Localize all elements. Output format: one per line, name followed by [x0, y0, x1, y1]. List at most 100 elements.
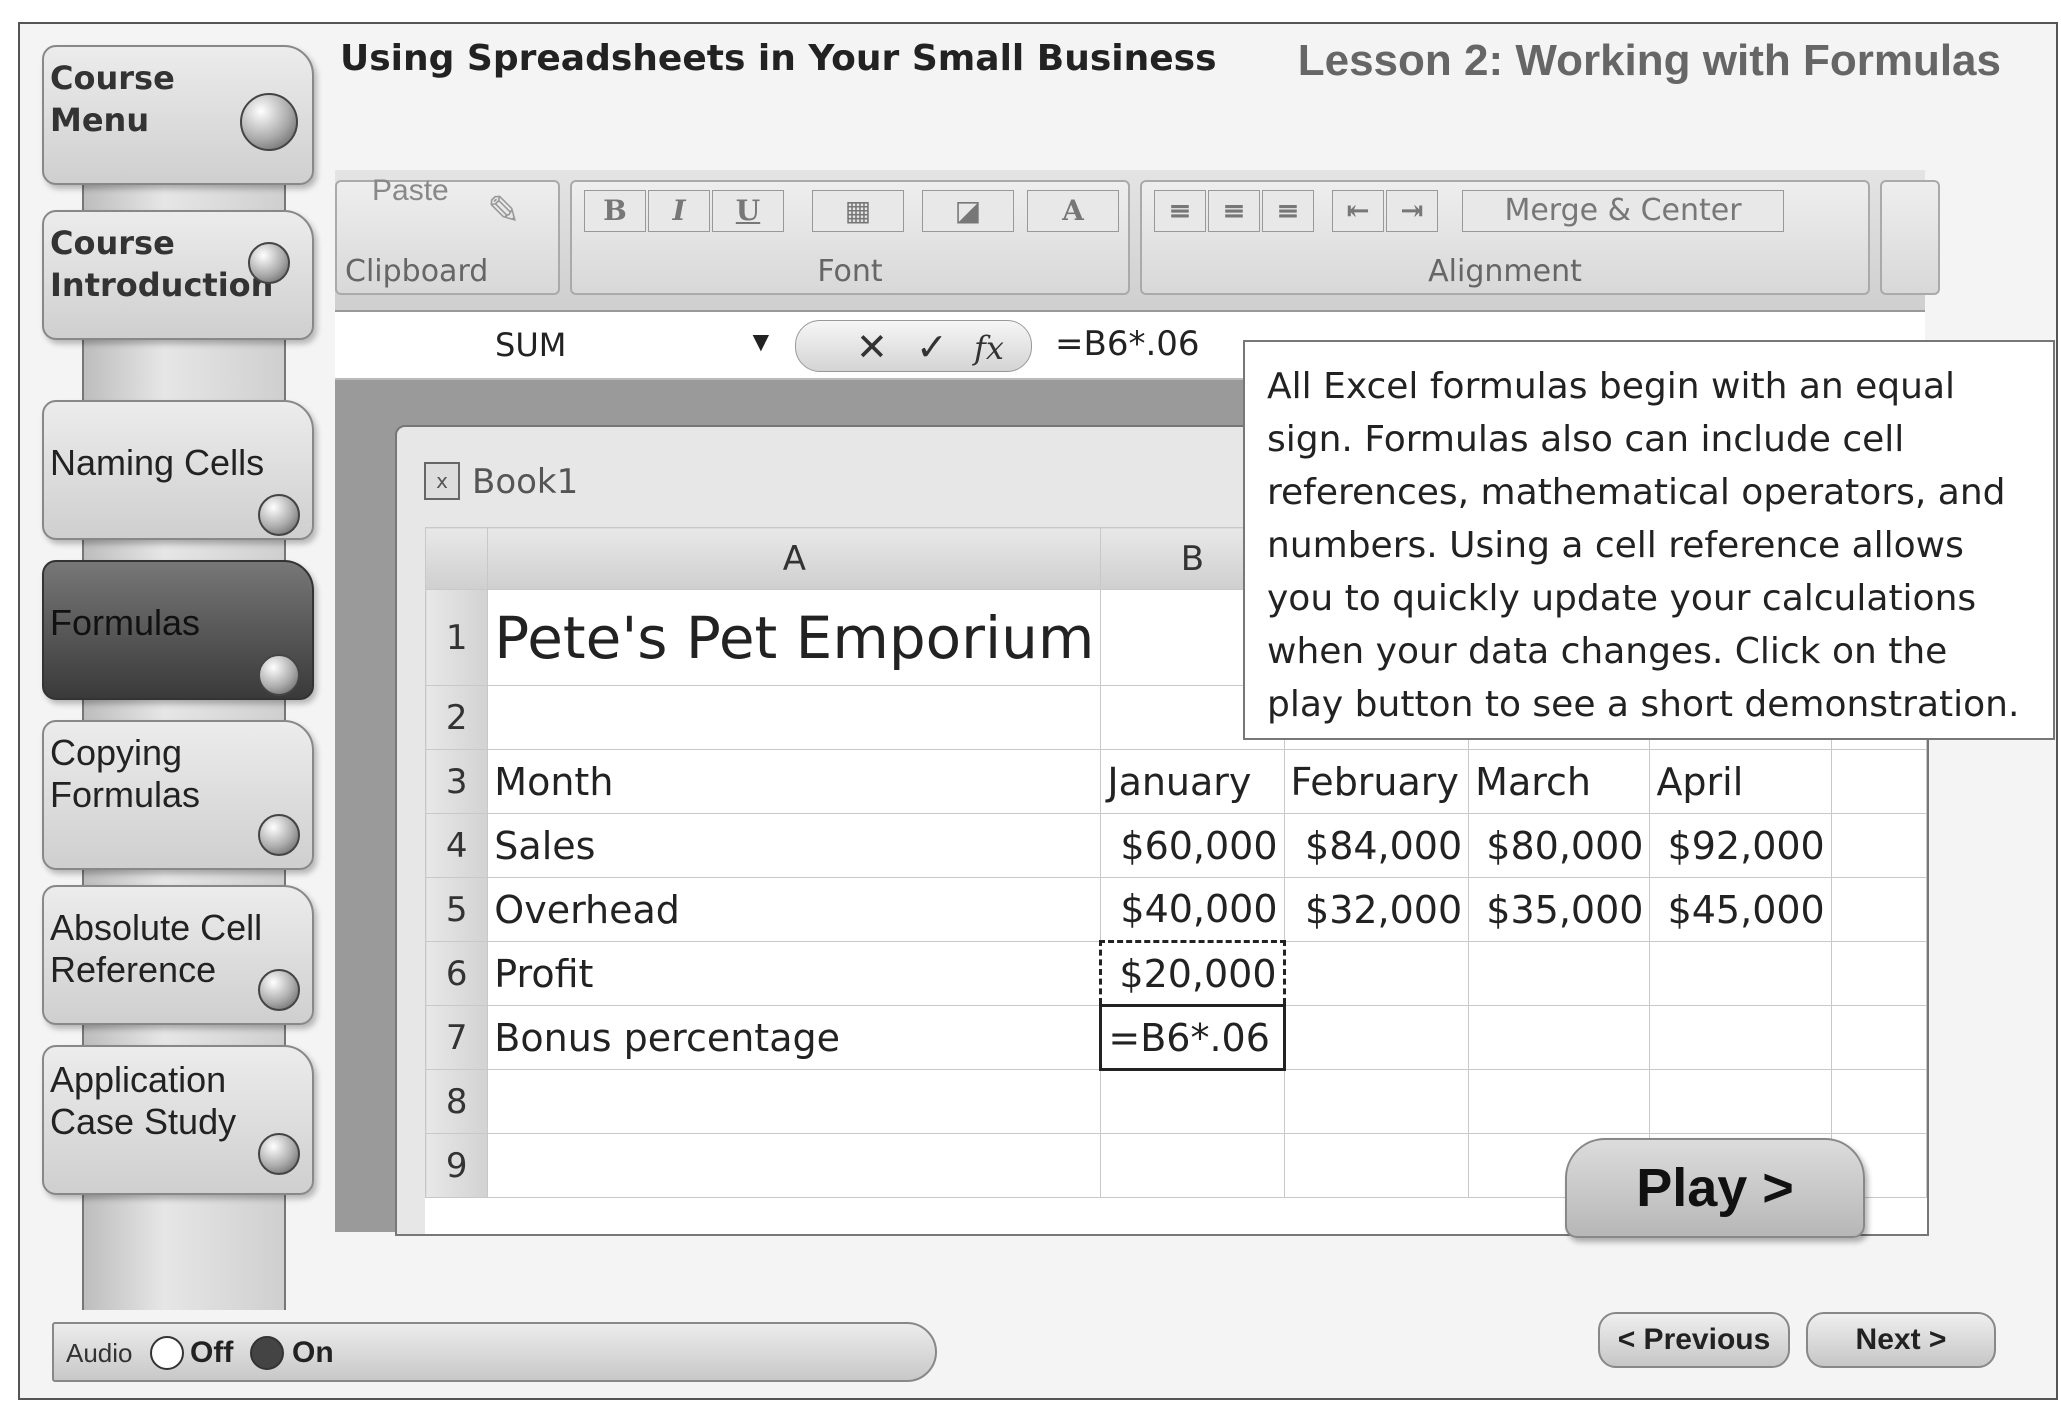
- menu-item-naming-cells[interactable]: Naming Cells: [42, 400, 314, 540]
- row-header[interactable]: 7: [425, 1005, 489, 1070]
- cell[interactable]: [1649, 1069, 1832, 1134]
- cell[interactable]: [487, 1069, 1102, 1134]
- paste-label[interactable]: Paste: [372, 174, 449, 208]
- column-header-a[interactable]: A: [487, 527, 1102, 590]
- cell[interactable]: Profit: [487, 941, 1102, 1006]
- name-box[interactable]: SUM: [495, 326, 566, 364]
- bold-button[interactable]: B: [584, 190, 646, 232]
- active-cell[interactable]: =B6*.06: [1099, 1004, 1286, 1071]
- play-button[interactable]: Play >: [1565, 1138, 1865, 1238]
- cell[interactable]: [1830, 941, 1927, 1006]
- menu-knob-icon: [248, 242, 290, 284]
- menu-item-label: Formulas: [50, 602, 201, 643]
- cell[interactable]: $40,000: [1100, 877, 1285, 942]
- cell[interactable]: [1468, 1069, 1651, 1134]
- row-header[interactable]: 8: [425, 1069, 489, 1134]
- menu-item-course-introduction[interactable]: Course Introduction: [42, 210, 314, 340]
- cell[interactable]: [1649, 1005, 1832, 1070]
- cell[interactable]: [1100, 1069, 1285, 1134]
- format-painter-icon[interactable]: ✎: [487, 188, 521, 234]
- table-row: 3 Month January February March April: [425, 749, 1927, 814]
- audio-bar: Audio Off On: [52, 1322, 937, 1382]
- decrease-indent-icon[interactable]: ⇤: [1332, 190, 1384, 232]
- fill-color-icon[interactable]: ◪: [922, 190, 1014, 232]
- menu-item-label: Naming Cells: [50, 442, 265, 483]
- audio-off-radio[interactable]: [150, 1336, 184, 1370]
- cell[interactable]: [1100, 1133, 1285, 1198]
- menu-item-absolute-cell-reference[interactable]: Absolute Cell Reference: [42, 885, 314, 1025]
- cell[interactable]: [1830, 1005, 1927, 1070]
- menu-item-label: Course Menu: [50, 59, 175, 139]
- cell[interactable]: February: [1283, 749, 1470, 814]
- cell[interactable]: [1468, 941, 1651, 1006]
- cell[interactable]: Month: [487, 749, 1102, 814]
- cell[interactable]: [1283, 941, 1470, 1006]
- menu-item-formulas[interactable]: Formulas: [42, 560, 314, 700]
- merge-center-button[interactable]: Merge & Center: [1462, 190, 1784, 232]
- font-color-icon[interactable]: A: [1027, 190, 1119, 232]
- cancel-icon[interactable]: ✕: [856, 325, 888, 370]
- previous-button[interactable]: < Previous: [1598, 1312, 1790, 1368]
- menu-item-copying-formulas[interactable]: Copying Formulas: [42, 720, 314, 870]
- row-header[interactable]: 9: [425, 1133, 489, 1198]
- row-header[interactable]: 1: [425, 589, 489, 686]
- cell[interactable]: [1649, 941, 1832, 1006]
- cell[interactable]: $84,000: [1283, 813, 1470, 878]
- menu-item-course-menu[interactable]: Course Menu: [42, 45, 314, 185]
- cell[interactable]: $80,000: [1468, 813, 1651, 878]
- cell[interactable]: [1283, 1069, 1470, 1134]
- select-all-corner[interactable]: [425, 527, 489, 590]
- borders-icon[interactable]: ▦: [812, 190, 904, 232]
- menu-knob-icon: [258, 654, 300, 696]
- align-left-icon[interactable]: ≡: [1154, 190, 1206, 232]
- cell[interactable]: March: [1468, 749, 1651, 814]
- instruction-callout: All Excel formulas begin with an equal s…: [1243, 340, 2055, 740]
- audio-on-radio[interactable]: [250, 1336, 284, 1370]
- row-header[interactable]: 5: [425, 877, 489, 942]
- cell[interactable]: Pete's Pet Emporium: [487, 589, 1102, 686]
- increase-indent-icon[interactable]: ⇥: [1386, 190, 1438, 232]
- row-header[interactable]: 4: [425, 813, 489, 878]
- insert-function-icon[interactable]: fx: [974, 329, 1004, 367]
- row-header[interactable]: 6: [425, 941, 489, 1006]
- cell[interactable]: January: [1100, 749, 1285, 814]
- audio-on-label[interactable]: On: [292, 1336, 334, 1370]
- cell[interactable]: [1830, 877, 1927, 942]
- cell[interactable]: [1830, 813, 1927, 878]
- cell[interactable]: [1283, 1005, 1470, 1070]
- cell[interactable]: Overhead: [487, 877, 1102, 942]
- cell[interactable]: [1283, 1133, 1470, 1198]
- align-center-icon[interactable]: ≡: [1208, 190, 1260, 232]
- cell[interactable]: [487, 1133, 1102, 1198]
- cell[interactable]: $35,000: [1468, 877, 1651, 942]
- cell[interactable]: $45,000: [1649, 877, 1832, 942]
- cell[interactable]: [1830, 749, 1927, 814]
- cell[interactable]: $92,000: [1649, 813, 1832, 878]
- cell[interactable]: April: [1649, 749, 1832, 814]
- chevron-down-icon[interactable]: ▼: [747, 326, 775, 358]
- table-row: 5 Overhead $40,000 $32,000 $35,000 $45,0…: [425, 877, 1927, 942]
- enter-icon[interactable]: ✓: [916, 325, 948, 370]
- cell[interactable]: [1468, 1005, 1651, 1070]
- italic-button[interactable]: I: [648, 190, 710, 232]
- underline-button[interactable]: U: [712, 190, 784, 232]
- cell-referenced[interactable]: $20,000: [1099, 940, 1286, 1007]
- cell[interactable]: $60,000: [1100, 813, 1285, 878]
- cell[interactable]: [1830, 1069, 1927, 1134]
- excel-ribbon: Paste ✎ Clipboard B I U ▦ ◪ A Font ≡ ≡ ≡…: [335, 170, 1940, 313]
- cell[interactable]: [487, 685, 1102, 750]
- align-right-icon[interactable]: ≡: [1262, 190, 1314, 232]
- audio-off-label[interactable]: Off: [190, 1336, 233, 1370]
- cell[interactable]: $32,000: [1283, 877, 1470, 942]
- formula-input[interactable]: =B6*.06: [1055, 324, 1200, 364]
- menu-knob-icon: [240, 93, 298, 151]
- next-button[interactable]: Next >: [1806, 1312, 1996, 1368]
- row-header[interactable]: 2: [425, 685, 489, 750]
- excel-file-icon: x: [424, 462, 460, 500]
- row-header[interactable]: 3: [425, 749, 489, 814]
- menu-item-label: Absolute Cell Reference: [50, 907, 263, 990]
- cell[interactable]: Bonus percentage: [487, 1005, 1102, 1070]
- cell[interactable]: Sales: [487, 813, 1102, 878]
- workbook-title-text: Book1: [472, 462, 579, 502]
- menu-item-application-case-study[interactable]: Application Case Study: [42, 1045, 314, 1195]
